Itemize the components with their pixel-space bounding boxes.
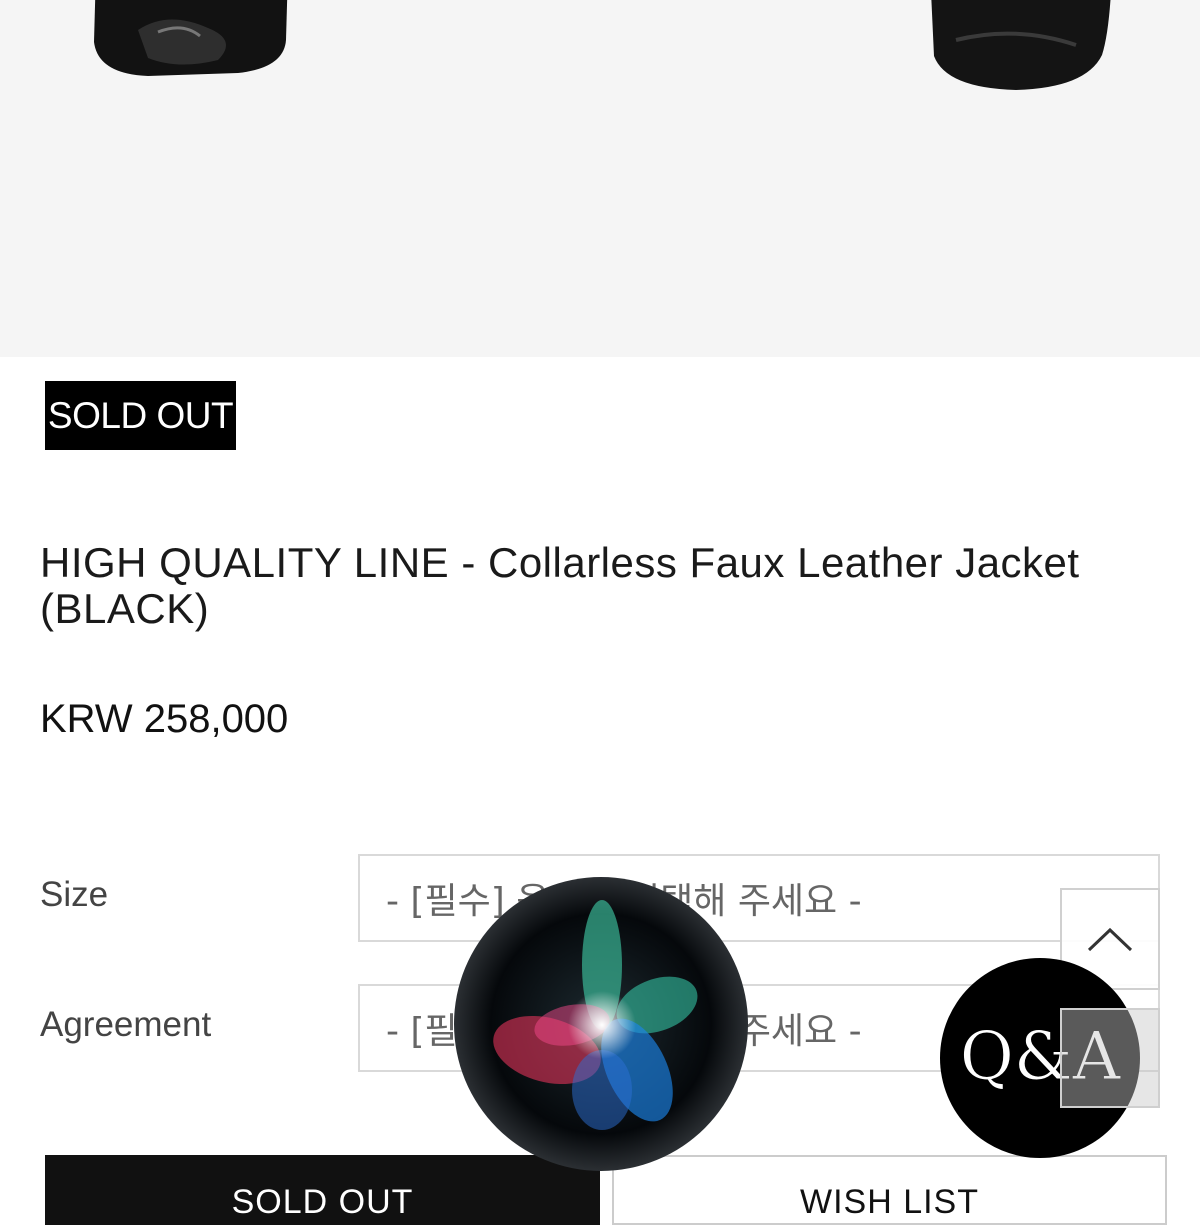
chevron-up-icon — [1087, 927, 1133, 952]
scroll-down-button[interactable] — [1060, 1008, 1160, 1108]
agreement-option-label: Agreement — [40, 1005, 212, 1044]
sold-out-badge: SOLD OUT — [45, 381, 236, 450]
product-title: HIGH QUALITY LINE - Collarless Faux Leat… — [40, 539, 1080, 632]
siri-orb-icon[interactable] — [452, 875, 750, 1173]
product-image[interactable] — [0, 0, 1200, 357]
jacket-right-sleeve-image — [926, 0, 1116, 95]
size-option-label: Size — [40, 875, 109, 914]
product-price: KRW 258,000 — [40, 697, 289, 741]
jacket-left-sleeve-image — [88, 0, 298, 90]
